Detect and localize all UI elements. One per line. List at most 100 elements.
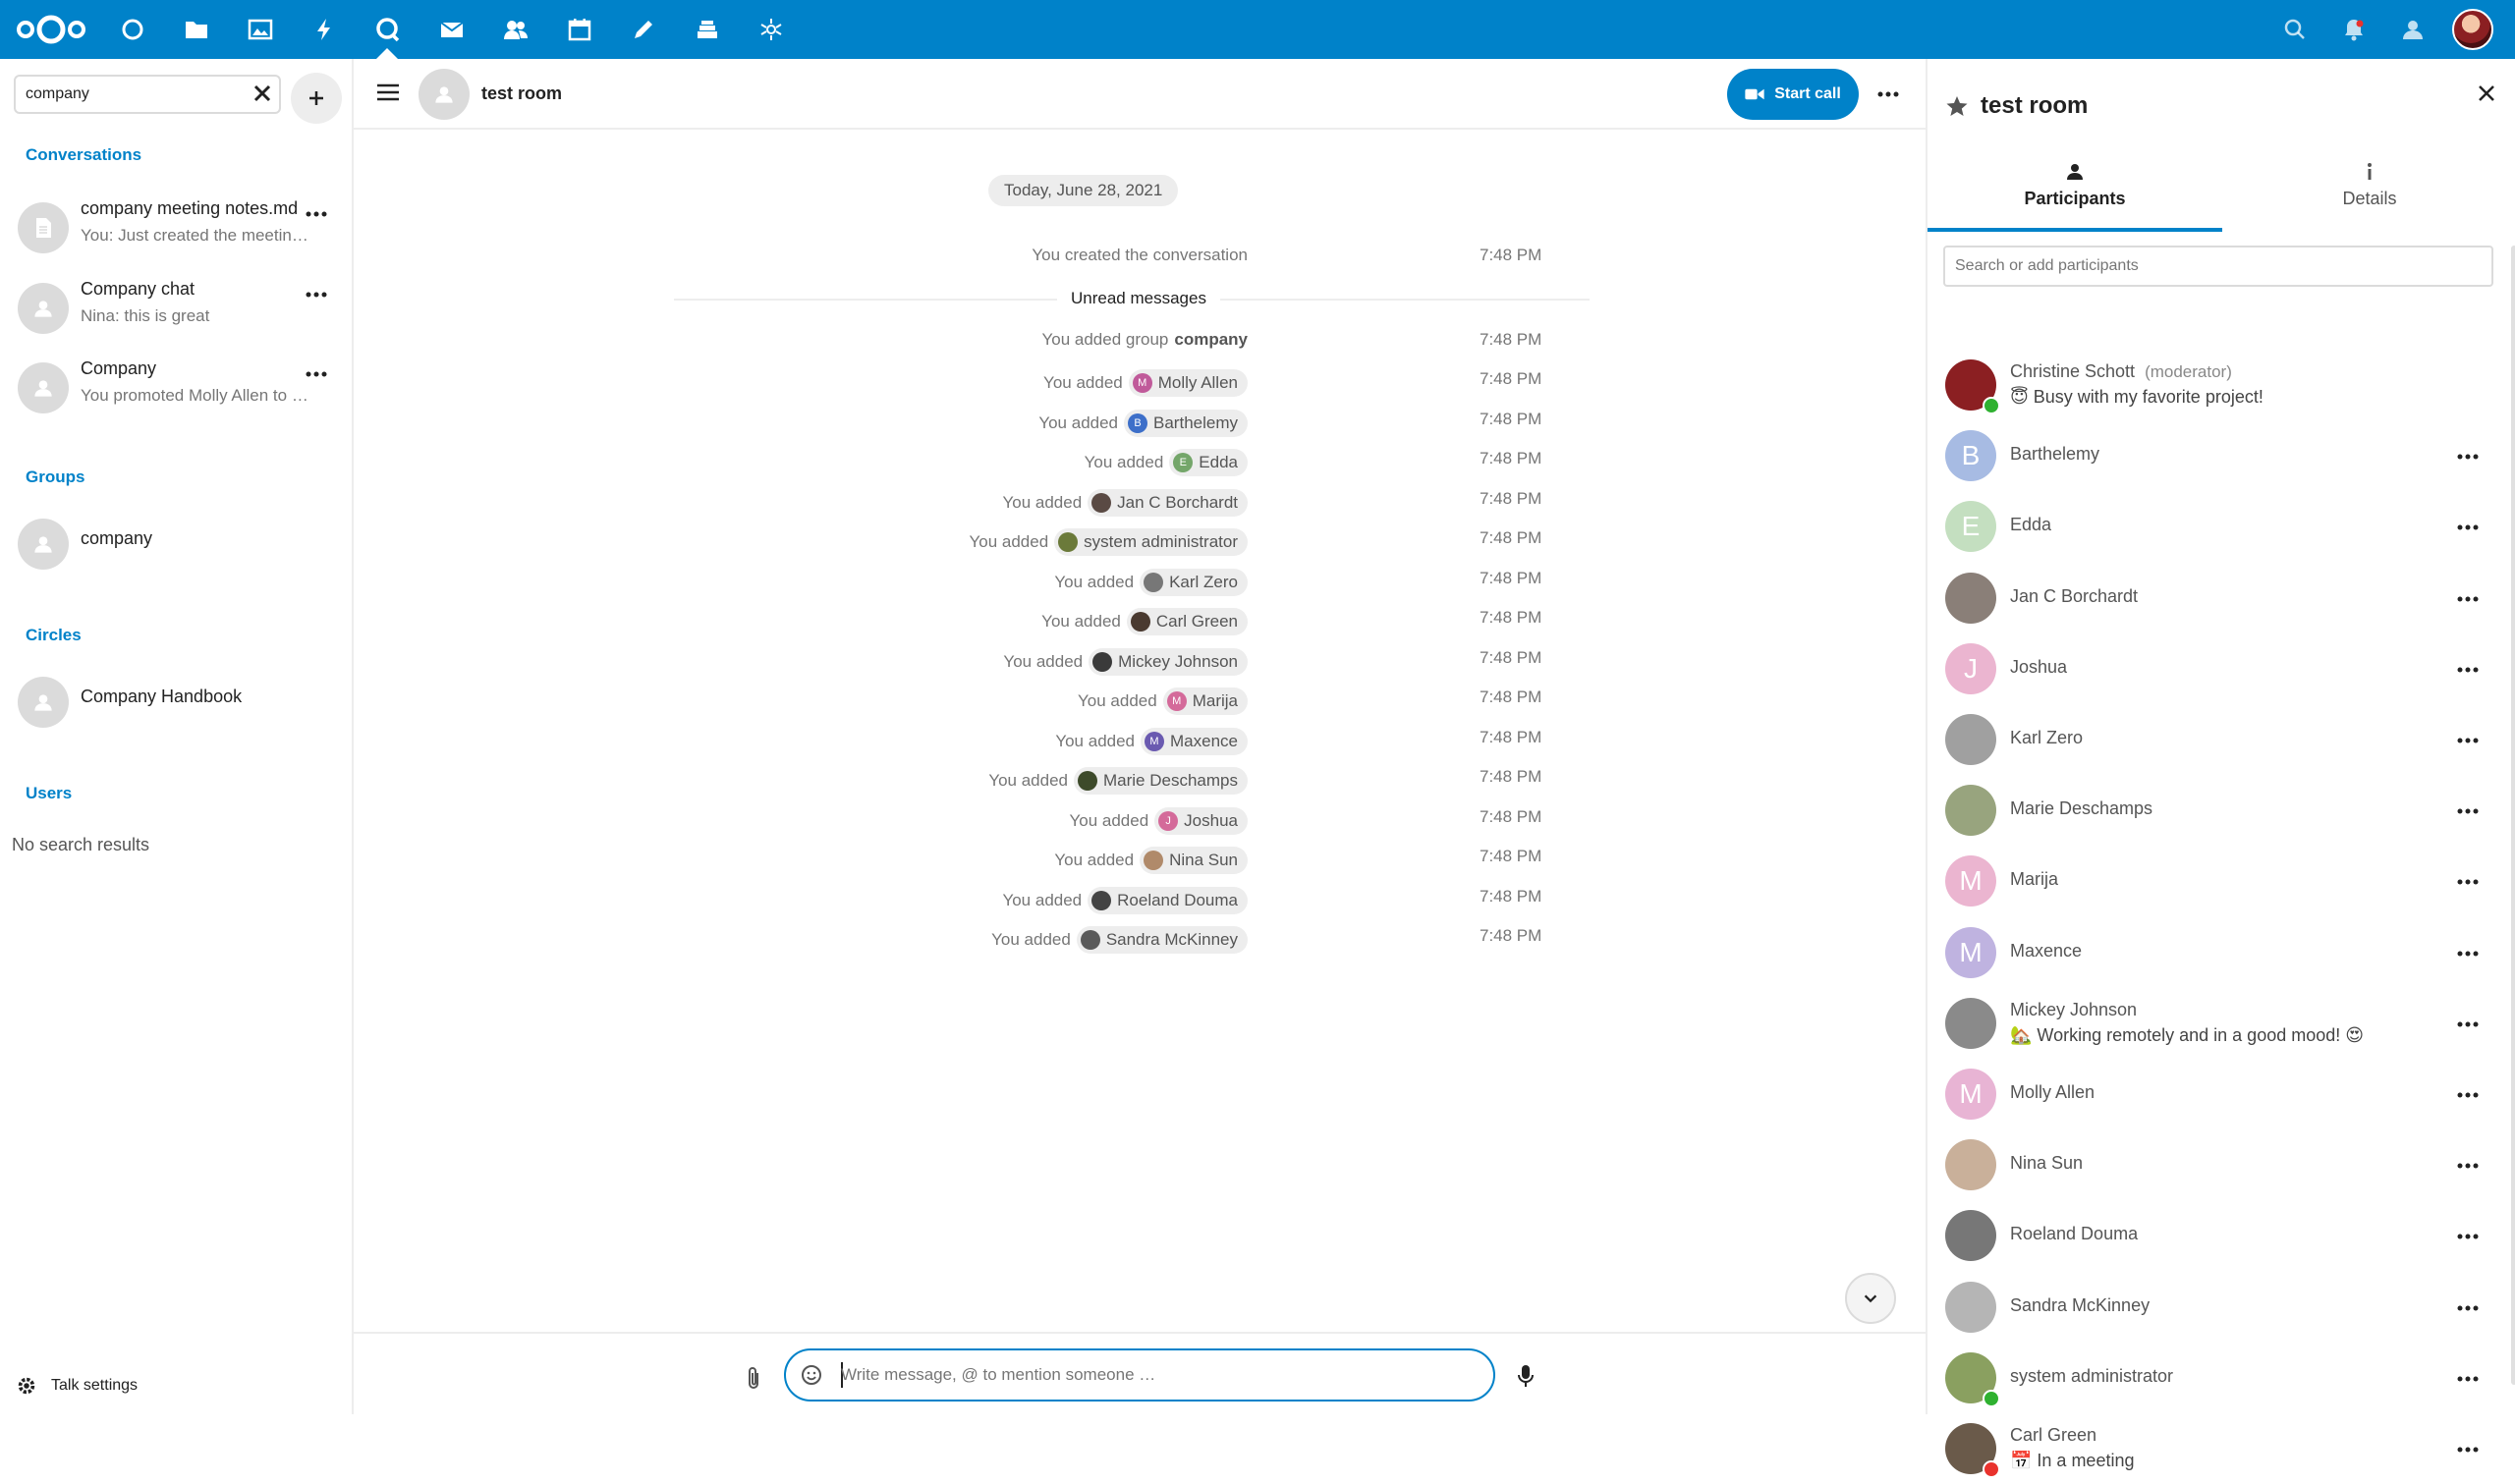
more-actions-icon[interactable] bbox=[305, 368, 328, 380]
participant-item[interactable]: system administrator bbox=[1928, 1343, 2507, 1413]
circles-icon[interactable] bbox=[757, 16, 785, 43]
deck-icon[interactable] bbox=[694, 16, 721, 43]
more-actions-icon[interactable] bbox=[2456, 1019, 2480, 1029]
more-actions-icon[interactable] bbox=[2456, 806, 2480, 816]
more-actions-icon[interactable] bbox=[305, 289, 328, 301]
user-mention[interactable]: M Marija bbox=[1162, 687, 1248, 715]
participant-item[interactable]: Nina Sun bbox=[1928, 1129, 2507, 1200]
more-actions-icon[interactable] bbox=[1876, 88, 1900, 100]
more-actions-icon[interactable] bbox=[2456, 452, 2480, 462]
participant-item[interactable]: Sandra McKinney bbox=[1928, 1272, 2507, 1343]
hamburger-menu-icon[interactable] bbox=[375, 82, 401, 102]
more-actions-icon[interactable] bbox=[2456, 1161, 2480, 1171]
sidebar-title[interactable]: test room bbox=[1981, 92, 2088, 120]
clear-search-icon[interactable] bbox=[252, 82, 273, 104]
notes-icon[interactable] bbox=[630, 16, 657, 43]
talk-settings-button[interactable]: Talk settings bbox=[16, 1375, 138, 1397]
emoji-icon[interactable] bbox=[800, 1363, 823, 1387]
tab-details[interactable]: Details bbox=[2222, 161, 2515, 232]
more-actions-icon[interactable] bbox=[2456, 1445, 2480, 1455]
conversation-item[interactable]: Company You promoted Molly Allen to … bbox=[0, 347, 352, 425]
conversation-item[interactable]: company meeting notes.md You: Just creat… bbox=[0, 187, 352, 265]
participant-name: Marija bbox=[2010, 869, 2058, 890]
start-call-button[interactable]: Start call bbox=[1727, 69, 1859, 120]
more-actions-icon[interactable] bbox=[2456, 522, 2480, 532]
user-mention[interactable]: E Edda bbox=[1169, 449, 1248, 476]
circle-item[interactable]: Company Handbook bbox=[0, 661, 352, 740]
talk-icon[interactable] bbox=[374, 16, 402, 43]
system-message-text: You added Jan C Borchardt bbox=[1002, 488, 1248, 517]
group-mention[interactable]: company bbox=[1174, 330, 1248, 350]
participant-item[interactable]: Karl Zero bbox=[1928, 704, 2507, 775]
participant-item[interactable]: M Maxence bbox=[1928, 917, 2507, 988]
conversation-title: company meeting notes.md bbox=[81, 198, 299, 218]
notifications-icon[interactable] bbox=[2340, 16, 2368, 43]
added-prefix: You added bbox=[1043, 373, 1123, 392]
new-conversation-button[interactable] bbox=[291, 73, 342, 124]
more-actions-icon[interactable] bbox=[2456, 1374, 2480, 1384]
microphone-icon[interactable] bbox=[1515, 1361, 1537, 1391]
room-title[interactable]: test room bbox=[481, 83, 562, 104]
user-avatar[interactable] bbox=[2452, 9, 2493, 50]
user-mention[interactable]: M Molly Allen bbox=[1128, 369, 1248, 397]
participant-item[interactable]: Carl Green 📅 In a meeting bbox=[1928, 1413, 2507, 1484]
user-mention[interactable]: Mickey Johnson bbox=[1089, 647, 1248, 676]
user-mention[interactable]: Roeland Douma bbox=[1088, 886, 1248, 914]
user-mention[interactable]: M Maxence bbox=[1141, 727, 1248, 755]
more-actions-icon[interactable] bbox=[2456, 949, 2480, 959]
photos-icon[interactable] bbox=[247, 16, 274, 43]
more-actions-icon[interactable] bbox=[2456, 594, 2480, 604]
user-mention[interactable]: Carl Green bbox=[1126, 608, 1248, 635]
group-item[interactable]: company bbox=[0, 503, 352, 581]
scrollbar[interactable] bbox=[2511, 246, 2515, 1385]
more-actions-icon[interactable] bbox=[2456, 1232, 2480, 1241]
participant-item[interactable]: Roeland Douma bbox=[1928, 1200, 2507, 1271]
contacts-icon[interactable] bbox=[502, 16, 530, 43]
user-mention[interactable]: B Barthelemy bbox=[1124, 409, 1248, 437]
message-composer[interactable]: Write message, @ to mention someone … bbox=[784, 1348, 1495, 1402]
user-mention[interactable]: Sandra McKinney bbox=[1076, 926, 1248, 954]
user-mention[interactable]: Karl Zero bbox=[1140, 568, 1248, 596]
mention-name: Marie Deschamps bbox=[1103, 771, 1238, 790]
nextcloud-logo[interactable] bbox=[14, 12, 88, 47]
favorite-star-icon[interactable] bbox=[1945, 94, 1969, 118]
participant-item[interactable]: M Molly Allen bbox=[1928, 1059, 2507, 1129]
participant-item[interactable]: E Edda bbox=[1928, 491, 2507, 562]
participant-item[interactable]: Christine Schott (moderator) 😇 Busy with m… bbox=[1928, 350, 2507, 420]
activity-icon[interactable] bbox=[310, 16, 338, 43]
more-actions-icon[interactable] bbox=[2456, 665, 2480, 675]
close-icon[interactable] bbox=[2474, 81, 2499, 106]
conversation-search-input[interactable]: company bbox=[14, 75, 281, 114]
more-actions-icon[interactable] bbox=[2456, 877, 2480, 887]
scroll-to-bottom-button[interactable] bbox=[1845, 1273, 1896, 1324]
participant-item[interactable]: Mickey Johnson 🏡 Working remotely and in … bbox=[1928, 988, 2507, 1059]
participant-item[interactable]: B Barthelemy bbox=[1928, 420, 2507, 491]
more-actions-icon[interactable] bbox=[2456, 1090, 2480, 1100]
participant-item[interactable]: Marie Deschamps bbox=[1928, 775, 2507, 846]
paperclip-icon[interactable] bbox=[743, 1365, 764, 1393]
contacts-menu-icon[interactable] bbox=[2399, 16, 2427, 43]
participant-item[interactable]: J Joshua bbox=[1928, 633, 2507, 704]
user-mention[interactable]: Nina Sun bbox=[1140, 847, 1248, 874]
more-actions-icon[interactable] bbox=[305, 208, 328, 220]
user-mention[interactable]: J Joshua bbox=[1154, 806, 1248, 835]
added-prefix: You added bbox=[969, 532, 1049, 551]
calendar-icon[interactable] bbox=[566, 16, 593, 43]
files-icon[interactable] bbox=[183, 16, 210, 43]
participant-search-input[interactable]: Search or add participants bbox=[1943, 246, 2493, 287]
user-mention[interactable]: Marie Deschamps bbox=[1074, 767, 1248, 795]
mention-name: Carl Green bbox=[1155, 612, 1238, 631]
mail-icon[interactable] bbox=[438, 16, 466, 43]
search-icon[interactable] bbox=[2281, 16, 2309, 43]
user-mention[interactable]: Jan C Borchardt bbox=[1088, 488, 1248, 517]
more-actions-icon[interactable] bbox=[2456, 736, 2480, 745]
message-input[interactable]: Write message, @ to mention someone … bbox=[841, 1365, 1155, 1385]
user-mention[interactable]: system administrator bbox=[1054, 528, 1248, 556]
more-actions-icon[interactable] bbox=[2456, 1303, 2480, 1313]
participant-name-text: Barthelemy bbox=[2010, 444, 2100, 465]
conversation-item[interactable]: Company chat Nina: this is great bbox=[0, 267, 352, 346]
dashboard-icon[interactable] bbox=[119, 16, 146, 43]
participant-item[interactable]: Jan C Borchardt bbox=[1928, 563, 2507, 633]
participant-item[interactable]: M Marija bbox=[1928, 846, 2507, 916]
tab-participants[interactable]: Participants bbox=[1928, 161, 2222, 232]
